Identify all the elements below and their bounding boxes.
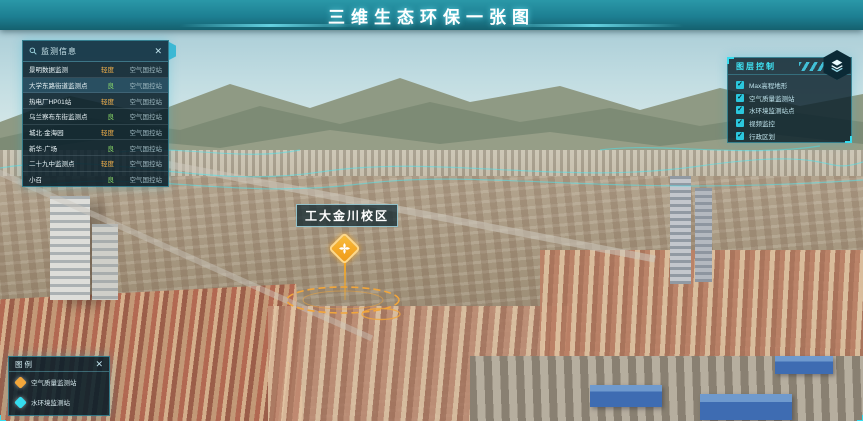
legend-list: 空气质量监测站水环境监测站 bbox=[9, 372, 109, 412]
blue-roof-warehouse bbox=[590, 385, 662, 407]
legend-panel-title: 图例 bbox=[15, 359, 95, 370]
station-type: 空气国控站 bbox=[114, 158, 162, 168]
marker-stem bbox=[344, 262, 346, 300]
station-name: 城北·金海园 bbox=[29, 127, 92, 137]
page-title: 三维生态环保一张图 bbox=[328, 3, 535, 28]
close-icon[interactable]: ✕ bbox=[95, 360, 103, 369]
blue-roof-warehouse bbox=[700, 394, 792, 420]
corner-decor bbox=[857, 415, 863, 421]
station-row[interactable]: 景明数据监测轻度空气国控站 bbox=[23, 62, 168, 78]
corner-decor bbox=[845, 136, 852, 143]
layer-label: 水环境监测站点 bbox=[749, 105, 795, 115]
layer-item[interactable]: ✓ 行政区划 bbox=[736, 129, 843, 142]
layer-label: 行政区划 bbox=[749, 131, 775, 141]
station-name: 二十九中监测点 bbox=[29, 158, 92, 168]
app-root: 工大金川校区 三维生态环保一张图 监测信息 ✕ 景明数据监测轻度空气国控站大学东… bbox=[0, 0, 863, 421]
windmill-icon bbox=[338, 242, 351, 255]
gray-tower bbox=[695, 188, 712, 282]
blue-roof-warehouse bbox=[775, 356, 833, 374]
station-row[interactable]: 大学东路街道监测点良空气国控站 bbox=[23, 78, 168, 94]
station-panel-title: 监测信息 bbox=[41, 46, 150, 57]
station-name: 景明数据监测 bbox=[29, 64, 92, 74]
corner-decor bbox=[0, 415, 6, 421]
checkbox-checked-icon[interactable]: ✓ bbox=[736, 119, 744, 127]
station-type: 空气国控站 bbox=[114, 143, 162, 153]
legend-label: 空气质量监测站 bbox=[31, 377, 77, 387]
close-icon[interactable]: ✕ bbox=[154, 47, 162, 56]
station-name: 乌兰察布东街监测点 bbox=[29, 111, 92, 121]
checkbox-checked-icon[interactable]: ✓ bbox=[736, 94, 744, 102]
checkbox-checked-icon[interactable]: ✓ bbox=[736, 106, 744, 114]
layer-item[interactable]: ✓ 空气质量监测站 bbox=[736, 92, 843, 105]
checkbox-checked-icon[interactable]: ✓ bbox=[736, 81, 744, 89]
layer-panel-title: 图层控制 bbox=[736, 61, 776, 72]
legend-item: 水环境监测站 bbox=[9, 392, 109, 412]
station-row[interactable]: 乌兰察布东街监测点良空气国控站 bbox=[23, 109, 168, 125]
station-aqi-level: 轻度 bbox=[92, 127, 114, 137]
station-marker-glyph bbox=[14, 396, 27, 409]
legend-panel-header: 图例 ✕ bbox=[9, 357, 109, 372]
station-aqi-level: 良 bbox=[92, 80, 114, 90]
station-type: 空气国控站 bbox=[114, 80, 162, 90]
station-aqi-level: 轻度 bbox=[92, 96, 114, 106]
station-row[interactable]: 二十九中监测点轻度空气国控站 bbox=[23, 156, 168, 172]
station-name: 大学东路街道监测点 bbox=[29, 80, 92, 90]
station-list: 景明数据监测轻度空气国控站大学东路街道监测点良空气国控站热电厂HP01站轻度空气… bbox=[23, 62, 168, 186]
checkbox-checked-icon[interactable]: ✓ bbox=[736, 132, 744, 140]
map-legend-panel: 图例 ✕ 空气质量监测站水环境监测站 bbox=[8, 356, 110, 416]
station-name: 小召 bbox=[29, 174, 92, 184]
station-aqi-level: 良 bbox=[92, 111, 114, 121]
search-icon bbox=[29, 47, 37, 55]
white-highrise bbox=[92, 224, 118, 300]
station-type: 空气国控站 bbox=[114, 96, 162, 106]
gray-tower bbox=[670, 176, 691, 284]
station-aqi-level: 轻度 bbox=[92, 158, 114, 168]
layer-label: Max高程地形 bbox=[749, 80, 787, 90]
station-type: 空气国控站 bbox=[114, 174, 162, 184]
station-map-label-text: 工大金川校区 bbox=[305, 209, 389, 223]
station-aqi-level: 良 bbox=[92, 143, 114, 153]
station-name: 新华·广场 bbox=[29, 143, 92, 153]
station-type: 空气国控站 bbox=[114, 64, 162, 74]
station-aqi-level: 良 bbox=[92, 174, 114, 184]
station-type: 空气国控站 bbox=[114, 127, 162, 137]
legend-item: 空气质量监测站 bbox=[9, 372, 109, 392]
station-row[interactable]: 热电厂HP01站轻度空气国控站 bbox=[23, 93, 168, 109]
layer-label: 空气质量监测站 bbox=[749, 93, 795, 103]
layer-list: ✓ Max高程地形 ✓ 空气质量监测站 ✓ 水环境监测站点 ✓ 视频监控 ✓ 行政区划 bbox=[728, 75, 851, 146]
station-list-panel: 监测信息 ✕ 景明数据监测轻度空气国控站大学东路街道监测点良空气国控站热电厂HP… bbox=[22, 40, 169, 187]
station-name: 热电厂HP01站 bbox=[29, 96, 92, 106]
station-aqi-level: 轻度 bbox=[92, 64, 114, 74]
station-type: 空气国控站 bbox=[114, 111, 162, 121]
layer-item[interactable]: ✓ 水环境监测站点 bbox=[736, 104, 843, 117]
station-row[interactable]: 新华·广场良空气国控站 bbox=[23, 140, 168, 156]
layer-item[interactable]: ✓ 视频监控 bbox=[736, 117, 843, 130]
station-panel-header: 监测信息 ✕ bbox=[23, 41, 168, 62]
legend-label: 水环境监测站 bbox=[31, 397, 70, 407]
station-row[interactable]: 城北·金海园轻度空气国控站 bbox=[23, 125, 168, 141]
app-header: 三维生态环保一张图 bbox=[0, 0, 863, 30]
station-row[interactable]: 小召良空气国控站 bbox=[23, 172, 168, 186]
layer-item[interactable]: ✓ Max高程地形 bbox=[736, 79, 843, 92]
layer-label: 视频监控 bbox=[749, 118, 775, 128]
station-map-label[interactable]: 工大金川校区 bbox=[296, 204, 398, 227]
station-marker-glyph bbox=[14, 376, 27, 389]
